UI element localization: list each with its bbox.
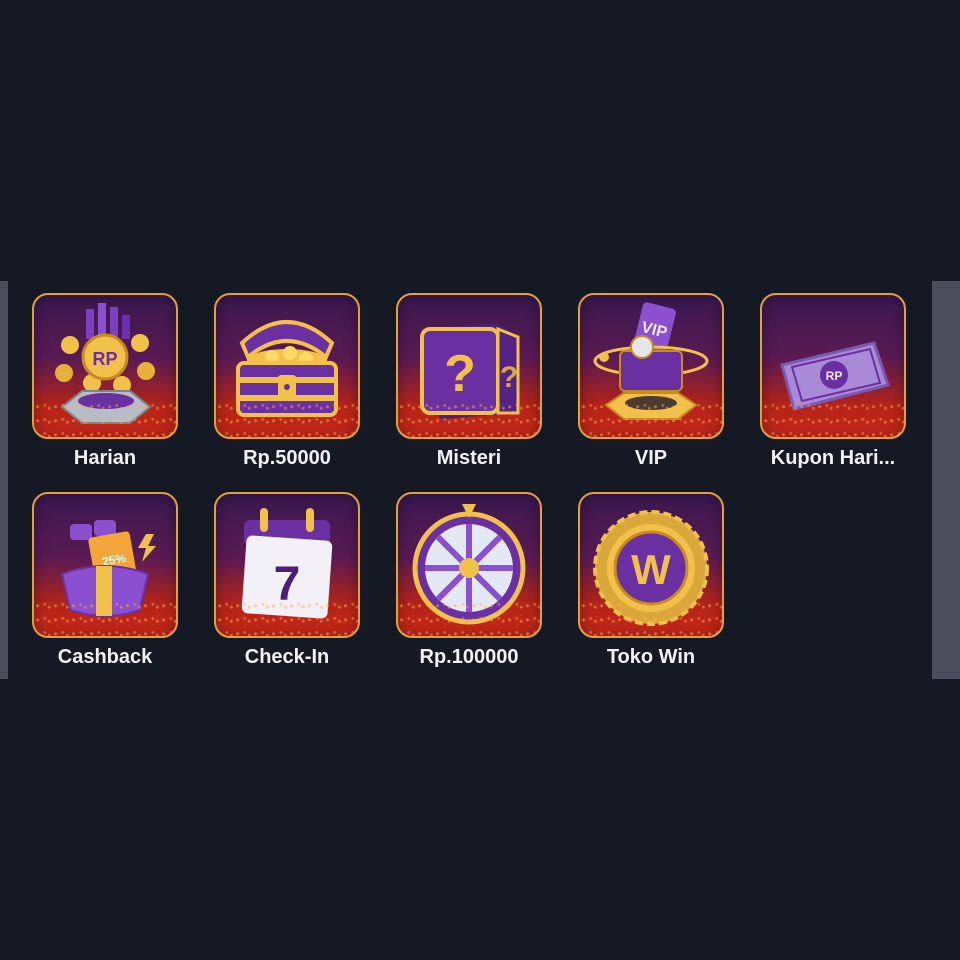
win-badge-icon: W — [578, 492, 724, 638]
svg-text:?: ? — [444, 345, 476, 403]
svg-text:W: W — [631, 546, 671, 593]
rp-coupon-icon: RP — [760, 293, 906, 439]
reward-label: Rp.100000 — [419, 646, 519, 668]
calendar-checkin-icon: 7 — [214, 492, 360, 638]
mystery-box-icon: ? ? — [396, 293, 542, 439]
reward-label: Misteri — [436, 447, 502, 469]
svg-text:?: ? — [500, 361, 518, 394]
cashback-gift-icon: 25% — [32, 492, 178, 638]
reward-tile-harian[interactable]: RP Harian — [32, 293, 178, 470]
svg-text:RP: RP — [92, 349, 117, 369]
reward-tile-rp50000[interactable]: Rp.50000 — [214, 293, 360, 470]
reward-label: Rp.50000 — [243, 447, 331, 469]
reward-tile-kupon-harian[interactable]: RP Kupon Hari... — [760, 293, 906, 470]
reward-tile-rp100000[interactable]: Rp.100000 — [396, 492, 542, 669]
reward-tile-misteri[interactable]: ? ? Misteri — [396, 293, 542, 470]
treasure-chest-icon — [214, 293, 360, 439]
rp-coin-fountain-icon: RP — [32, 293, 178, 439]
reward-tile-check-in[interactable]: 7 Check-In — [214, 492, 360, 669]
left-scroll-edge — [0, 281, 8, 679]
reward-tile-vip[interactable]: VIP VIP — [578, 293, 724, 470]
svg-text:7: 7 — [274, 558, 301, 611]
reward-label: VIP — [634, 447, 668, 469]
prize-wheel-icon — [396, 492, 542, 638]
reward-label: Check-In — [244, 646, 330, 668]
vip-gift-box-icon: VIP — [578, 293, 724, 439]
reward-tile-toko-win[interactable]: W Toko Win — [578, 492, 724, 669]
reward-label: Harian — [73, 447, 137, 469]
reward-label: Cashback — [57, 646, 153, 668]
svg-text:RP: RP — [826, 369, 843, 383]
reward-tile-cashback[interactable]: 25% Cashback — [32, 492, 178, 669]
right-scroll-edge[interactable] — [932, 281, 960, 679]
reward-label: Toko Win — [606, 646, 696, 668]
reward-label: Kupon Hari... — [770, 447, 896, 469]
